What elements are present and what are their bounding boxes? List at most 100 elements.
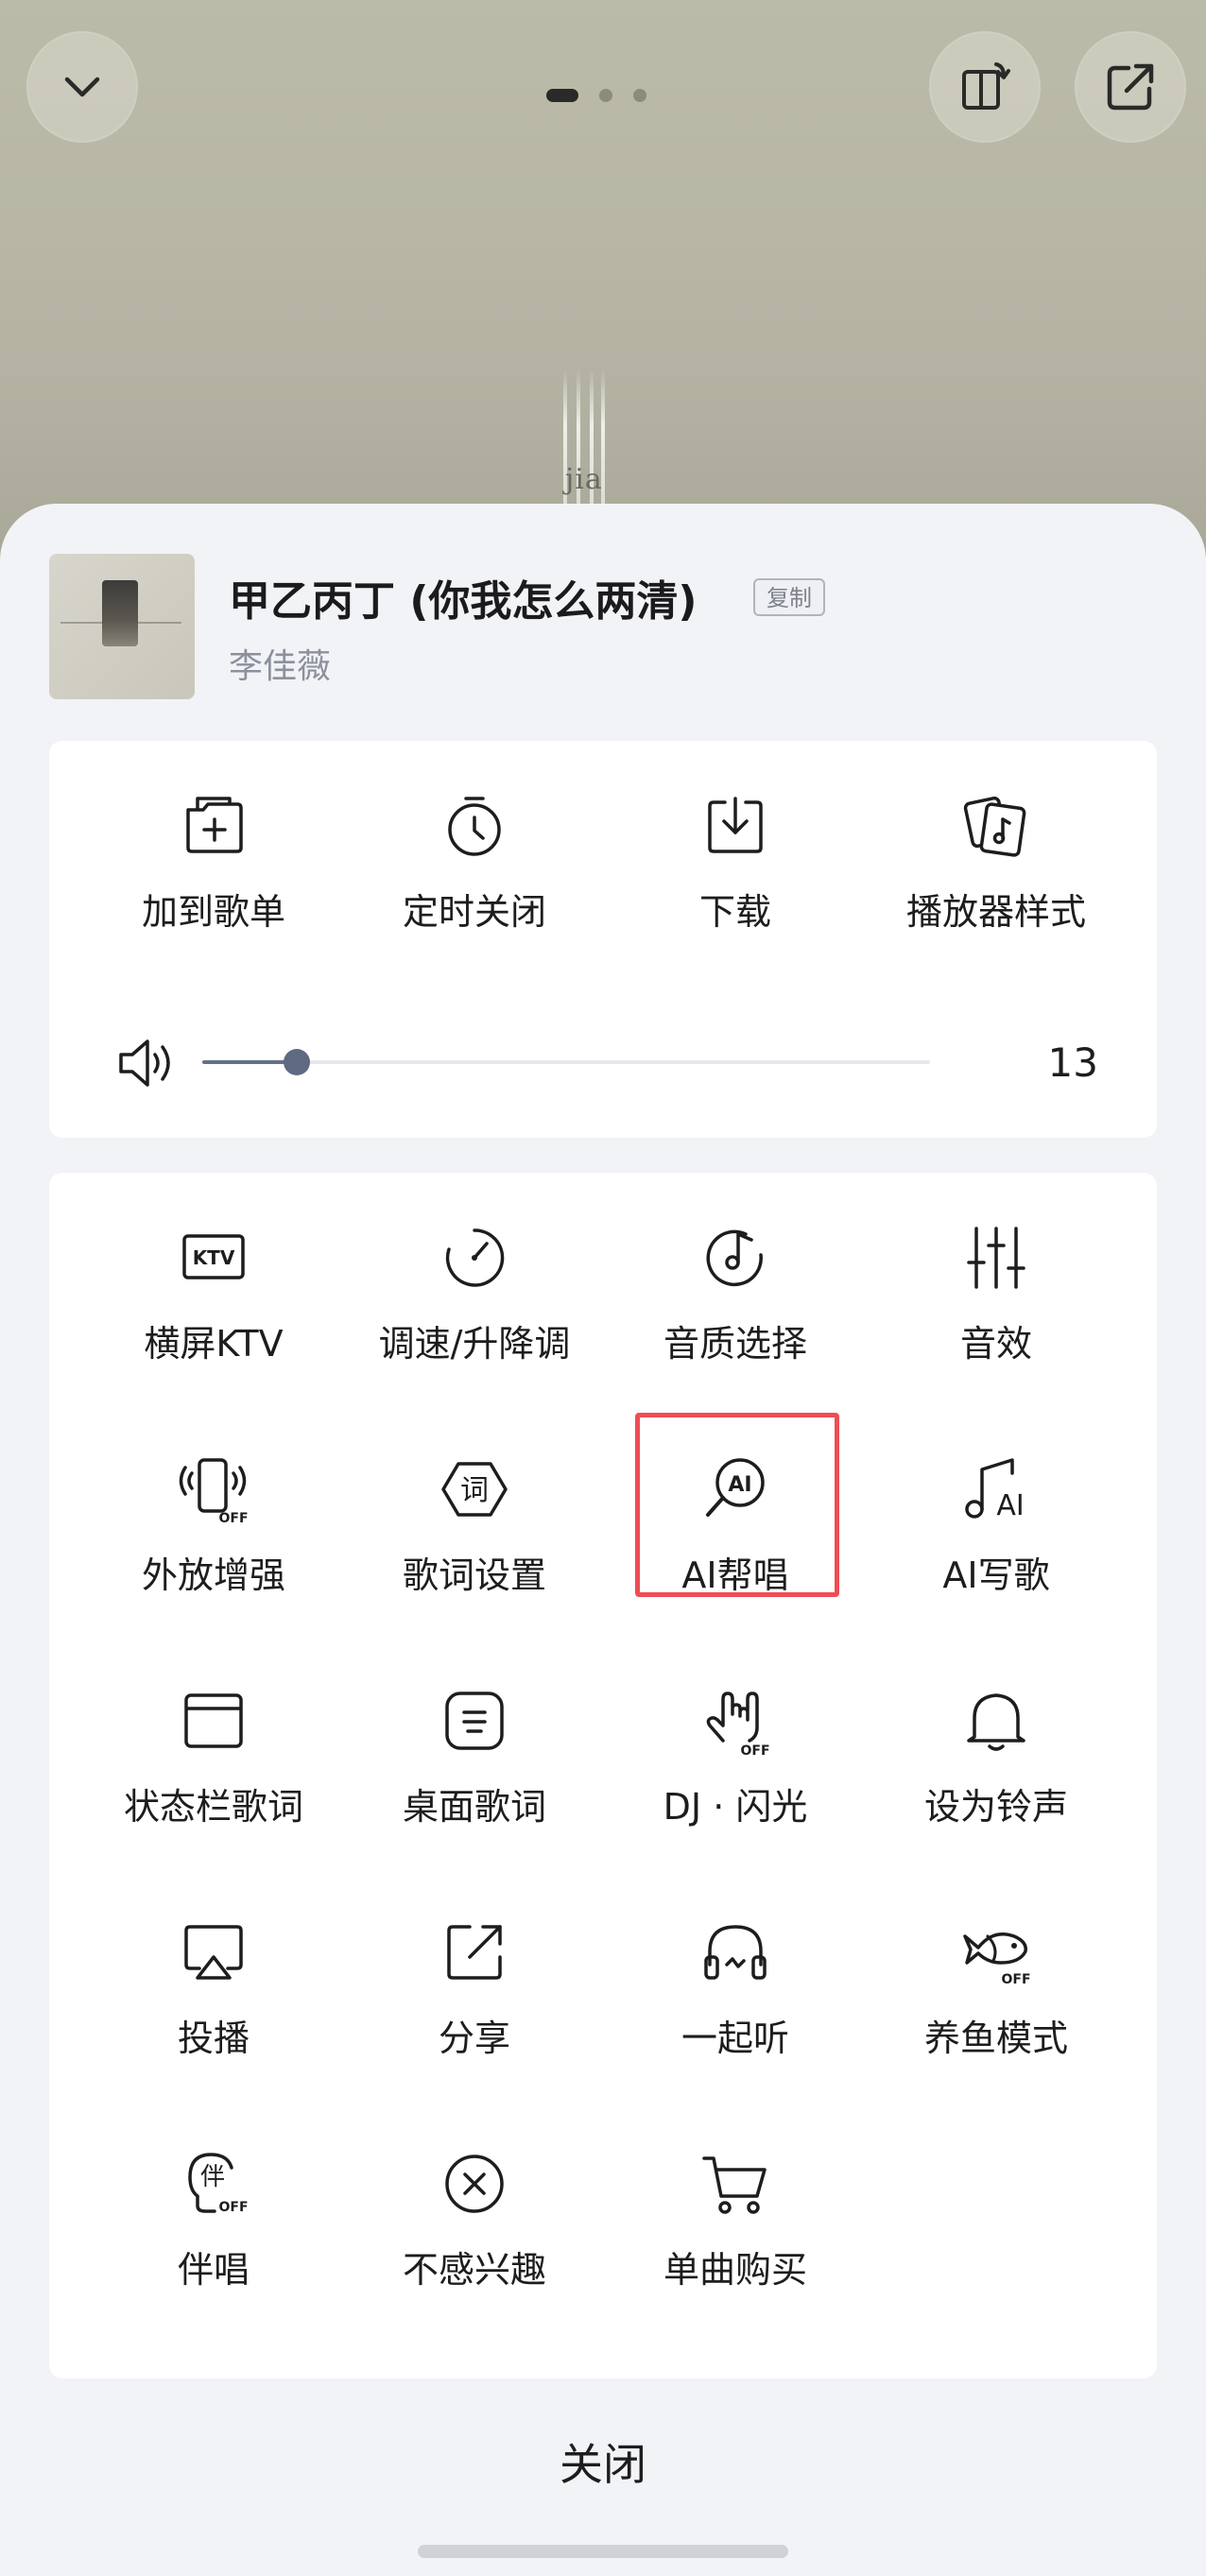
page-dot [599,89,612,102]
quick-action-label: 定时关闭 [402,891,546,933]
volume-row: 13 [115,1024,1098,1100]
share-top-button[interactable] [1075,31,1186,143]
action-label: 调速/升降调 [378,1323,571,1365]
cast-button[interactable]: 投播 [83,1915,344,2146]
statusbar-lyrics-icon [176,1683,251,1759]
ktv-icon: KTV [176,1220,251,1296]
speaker-boost-icon: OFF [176,1451,251,1527]
dj-flash-button[interactable]: OFF DJ · 闪光 [605,1683,866,1915]
action-label: 分享 [438,2018,510,2059]
switch-device-button[interactable] [929,31,1041,143]
action-label: 投播 [177,2018,250,2059]
dj-flash-icon: OFF [698,1683,773,1759]
quick-action-label: 下载 [698,891,771,933]
album-cover [49,554,195,699]
lyrics-settings-button[interactable]: 词 歌词设置 [344,1451,605,1683]
player-style-button[interactable]: 播放器样式 [866,788,1127,1005]
song-header: 甲乙丙丁 (你我怎么两清) 复制 李佳薇 [49,554,1164,699]
action-label: 单曲购买 [663,2249,807,2291]
action-label: 桌面歌词 [402,1786,546,1828]
fish-mode-button[interactable]: OFF 养鱼模式 [866,1915,1127,2146]
quick-action-label: 加到歌单 [141,891,285,933]
svg-text:词: 词 [460,1474,489,1507]
svg-text:OFF: OFF [1001,1972,1030,1987]
sound-quality-button[interactable]: 音质选择 [605,1220,866,1451]
listen-together-icon [698,1915,773,1990]
action-label: 设为铃声 [923,1786,1068,1828]
accompany-button[interactable]: 伴 OFF 伴唱 [83,2146,344,2378]
desktop-lyrics-button[interactable]: 桌面歌词 [344,1683,605,1915]
speed-pitch-icon [437,1220,512,1296]
svg-text:KTV: KTV [193,1246,235,1269]
volume-slider[interactable] [202,1049,930,1075]
artist-name[interactable]: 李佳薇 [229,639,331,688]
quick-action-label: 播放器样式 [905,891,1086,933]
volume-slider-fill [202,1060,297,1064]
page-dot [633,89,646,102]
svg-text:OFF: OFF [740,1743,769,1758]
landscape-ktv-button[interactable]: KTV 横屏KTV [83,1220,344,1451]
fish-mode-icon: OFF [958,1915,1034,1990]
action-label: 音效 [959,1323,1032,1365]
action-label: 一起听 [681,2018,789,2059]
not-interested-icon [437,2146,512,2222]
listen-together-button[interactable]: 一起听 [605,1915,866,2146]
download-button[interactable]: 下载 [605,788,866,1005]
statusbar-lyrics-button[interactable]: 状态栏歌词 [83,1683,344,1915]
add-to-playlist-button[interactable]: 加到歌单 [83,788,344,1005]
svg-text:AI: AI [996,1489,1024,1522]
chevron-down-icon [64,77,100,97]
copy-button[interactable]: 复制 [753,578,825,616]
timer-close-button[interactable]: 定时关闭 [344,788,605,1005]
add-to-playlist-icon [176,788,251,864]
not-interested-button[interactable]: 不感兴趣 [344,2146,605,2378]
ai-sing-button[interactable]: AI AI帮唱 [605,1451,866,1683]
player-style-icon [958,788,1034,864]
quick-actions-card: 加到歌单 定时关闭 下载 播放器样式 13 [49,741,1157,1138]
sound-quality-icon [698,1220,773,1296]
set-ringtone-button[interactable]: 设为铃声 [866,1683,1127,1915]
ai-write-song-icon: AI [958,1451,1034,1527]
action-label: 伴唱 [177,2249,250,2291]
ai-write-song-button[interactable]: AI AI写歌 [866,1451,1127,1683]
collapse-button[interactable] [26,31,138,143]
volume-value: 13 [1047,1039,1098,1086]
svg-text:伴: 伴 [200,2163,225,2191]
bell-icon [958,1683,1034,1759]
volume-slider-handle[interactable] [284,1049,310,1075]
action-label: 外放增强 [141,1554,285,1596]
action-label: AI帮唱 [681,1554,789,1596]
action-label: 状态栏歌词 [123,1786,303,1828]
desktop-lyrics-icon [437,1683,512,1759]
speaker-icon[interactable] [115,1032,178,1094]
page-indicator [546,87,646,104]
home-indicator[interactable] [418,2545,788,2558]
speed-pitch-button[interactable]: 调速/升降调 [344,1220,605,1451]
svg-text:OFF: OFF [218,1511,248,1526]
timer-icon [437,788,512,864]
speaker-boost-button[interactable]: OFF 外放增强 [83,1451,344,1683]
share-icon [437,1915,512,1990]
buy-single-button[interactable]: 单曲购买 [605,2146,866,2378]
svg-text:OFF: OFF [218,2200,248,2215]
equalizer-icon [958,1220,1034,1296]
ai-sing-icon: AI [698,1451,773,1527]
song-title: 甲乙丙丁 (你我怎么两清) [229,577,698,626]
sound-effect-button[interactable]: 音效 [866,1220,1127,1451]
action-label: AI写歌 [942,1554,1050,1596]
more-options-sheet: 甲乙丙丁 (你我怎么两清) 复制 李佳薇 加到歌单 定时关闭 下载 播放器样式 … [0,504,1206,2576]
page-dot-active [546,89,578,102]
action-label: 歌词设置 [402,1554,546,1596]
album-art-text: jia [565,463,603,496]
svg-text:AI: AI [728,1473,751,1497]
close-button[interactable]: 关闭 [414,2413,792,2516]
switch-device-icon [962,62,1010,110]
share-button[interactable]: 分享 [344,1915,605,2146]
action-label: DJ · 闪光 [663,1786,808,1828]
action-label: 横屏KTV [144,1323,284,1365]
lyrics-settings-icon: 词 [437,1451,512,1527]
action-label: 养鱼模式 [923,2018,1068,2059]
cart-icon [698,2146,773,2222]
cast-icon [176,1915,251,1990]
more-actions-card: KTV 横屏KTV 调速/升降调 音质选择 音效 OFF 外放增强 词 歌词设置… [49,1173,1157,2379]
